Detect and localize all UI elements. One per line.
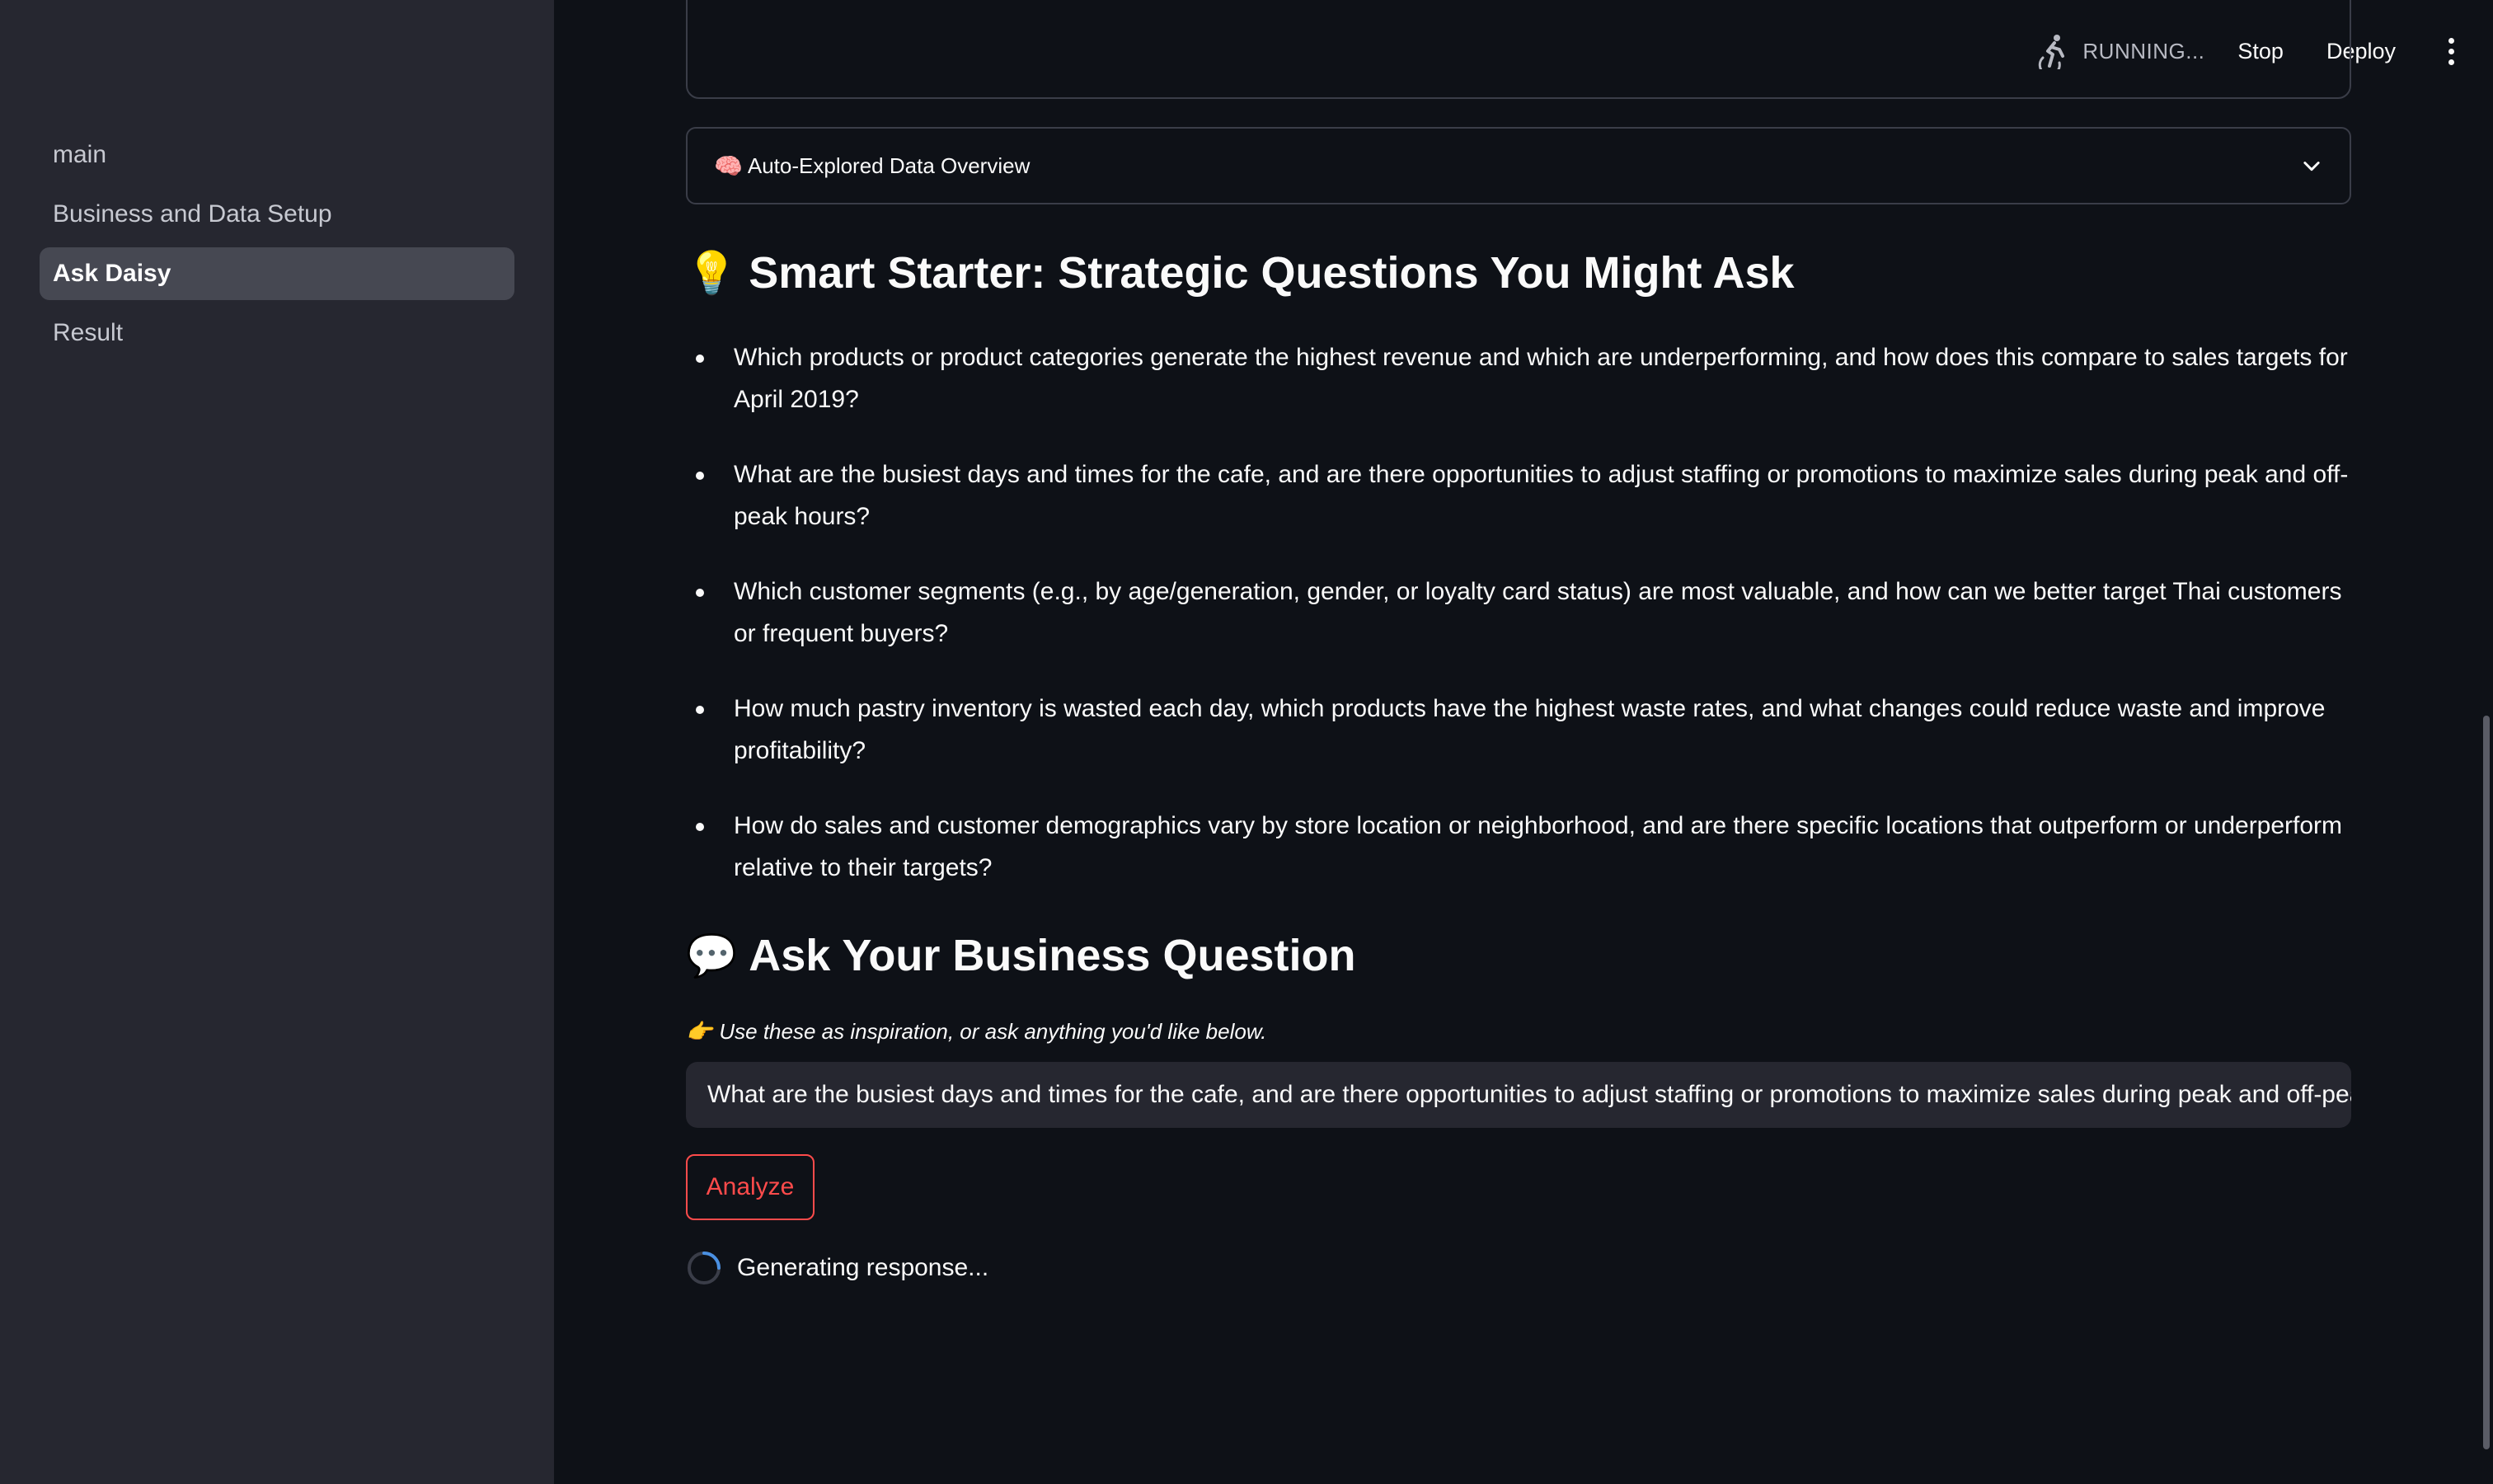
sidebar-item-main[interactable]: main — [40, 129, 514, 181]
loading-status: Generating response... — [686, 1250, 988, 1286]
sidebar-item-result[interactable]: Result — [40, 307, 514, 359]
main-menu-button[interactable] — [2439, 31, 2463, 72]
inspiration-hint: 👉 Use these as inspiration, or ask anyth… — [686, 1019, 1266, 1045]
app: main Business and Data Setup Ask Daisy R… — [0, 0, 2493, 1484]
smart-starter-title: Smart Starter: Strategic Questions You M… — [749, 248, 1795, 298]
list-item: What are the busiest days and times for … — [686, 453, 2351, 538]
previous-expander — [686, 0, 2351, 99]
chevron-down-icon — [2303, 162, 2320, 171]
vertical-ellipsis-icon — [2448, 37, 2454, 44]
list-item: Which customer segments (e.g., by age/ge… — [686, 571, 2351, 655]
data-overview-expander[interactable]: 🧠 Auto-Explored Data Overview — [686, 127, 2351, 204]
ask-question-title: Ask Your Business Question — [749, 931, 1356, 980]
sidebar-nav: main Business and Data Setup Ask Daisy R… — [40, 129, 514, 366]
light-bulb-icon: 💡 — [686, 249, 738, 296]
sidebar-item-ask-daisy[interactable]: Ask Daisy — [40, 247, 514, 300]
hint-text: Use these as inspiration, or ask anythin… — [719, 1019, 1267, 1044]
sidebar-item-business-and-data-setup[interactable]: Business and Data Setup — [40, 188, 514, 241]
list-item: How do sales and customer demographics v… — [686, 805, 2351, 889]
sidebar: main Business and Data Setup Ask Daisy R… — [0, 0, 554, 1484]
expander-label: Auto-Explored Data Overview — [747, 153, 1031, 178]
spinner-icon — [688, 1252, 721, 1284]
starter-questions-list: Which products or product categories gen… — [686, 336, 2351, 922]
analyze-button[interactable]: Analyze — [686, 1154, 815, 1220]
speech-balloon-icon: 💬 — [686, 932, 738, 979]
brain-icon: 🧠 — [714, 153, 743, 179]
smart-starter-heading: 💡 Smart Starter: Strategic Questions You… — [686, 247, 1795, 298]
ask-question-heading: 💬 Ask Your Business Question — [686, 930, 1355, 981]
scrollbar[interactable] — [2483, 716, 2490, 1449]
question-input[interactable]: What are the busiest days and times for … — [686, 1062, 2351, 1128]
pointing-hand-icon: 👉 — [686, 1019, 713, 1044]
list-item: How much pastry inventory is wasted each… — [686, 688, 2351, 772]
main-content: 🧠 Auto-Explored Data Overview 💡 Smart St… — [686, 0, 2351, 1484]
spinner-text: Generating response... — [737, 1254, 989, 1281]
list-item: Which products or product categories gen… — [686, 336, 2351, 420]
